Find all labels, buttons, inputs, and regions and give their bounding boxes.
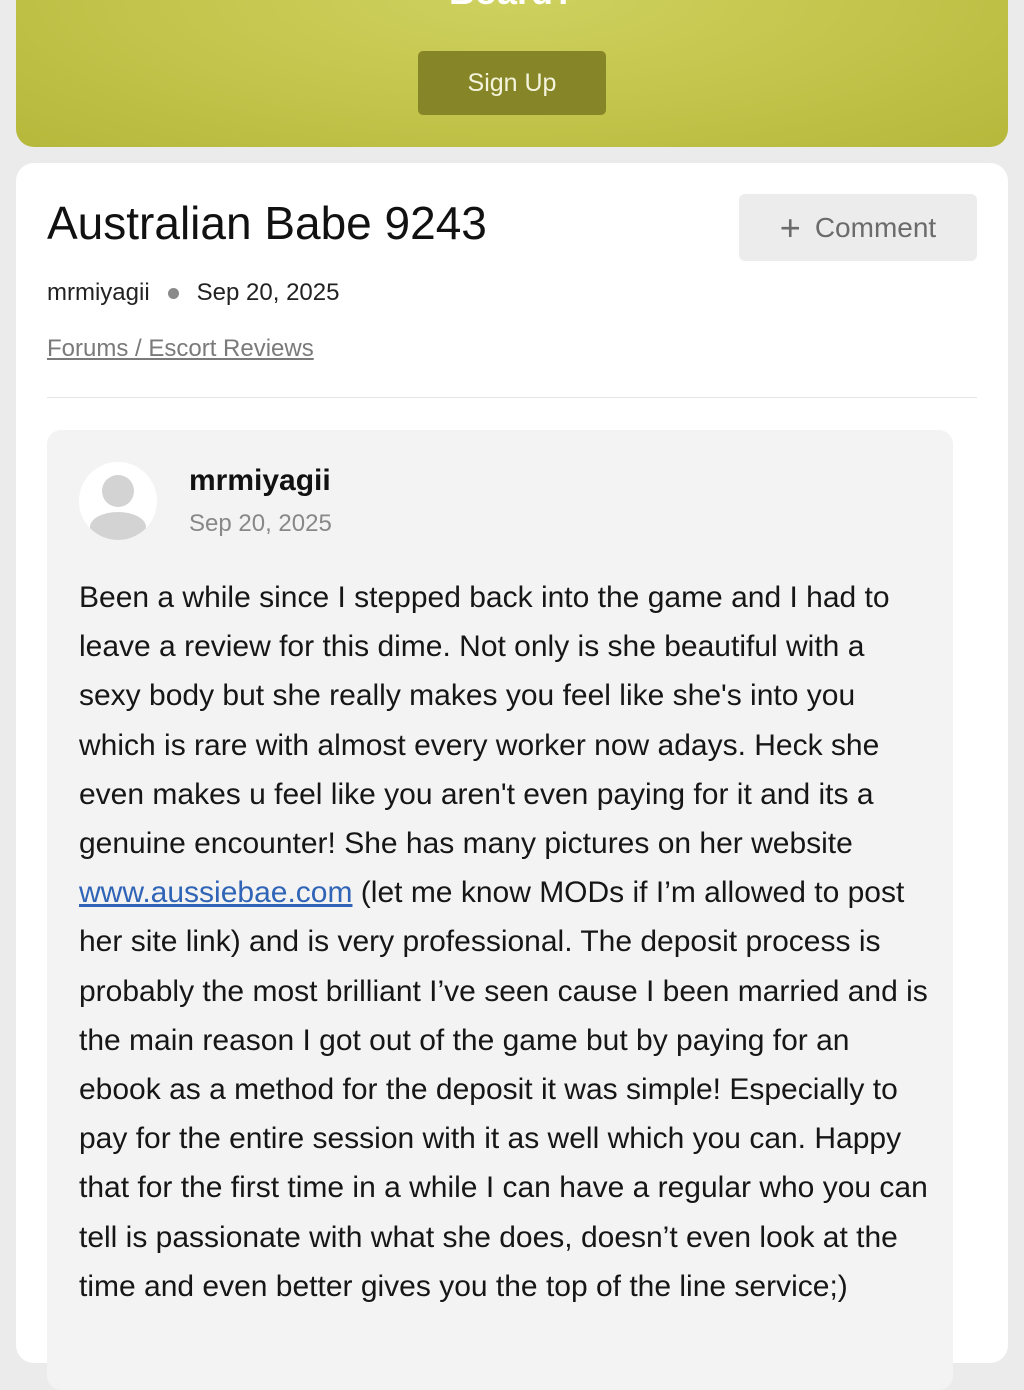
website-link[interactable]: www.aussiebae.com: [79, 876, 352, 909]
dot-separator: [167, 287, 179, 299]
post-body: Been a while since I stepped back into t…: [79, 573, 929, 1311]
post: mrmiyagii Sep 20, 2025 Been a while sinc…: [47, 430, 953, 1390]
comment-button-label: Comment: [814, 211, 937, 243]
post-body-text: Been a while since I stepped back into t…: [79, 581, 890, 861]
banner-title: Board?: [16, 0, 1008, 12]
post-date: Sep 20, 2025: [189, 510, 332, 537]
sign-up-button[interactable]: Sign Up: [418, 51, 606, 115]
thread-date: Sep 20, 2025: [196, 279, 340, 306]
comment-button[interactable]: + Comment: [739, 194, 977, 261]
signup-banner: Board? Sign Up: [16, 0, 1008, 147]
breadcrumb[interactable]: Forums / Escort Reviews: [47, 335, 314, 363]
user-avatar-icon[interactable]: [79, 462, 157, 540]
post-author[interactable]: mrmiyagii: [189, 464, 331, 498]
thread-title: Australian Babe 9243: [47, 197, 487, 249]
divider: [47, 397, 977, 398]
thread-meta: mrmiyagii Sep 20, 2025: [47, 279, 339, 307]
plus-icon: +: [779, 206, 801, 248]
post-body-text-continued: (let me know MODs if I’m allowed to post…: [79, 876, 928, 1303]
thread-author[interactable]: mrmiyagii: [47, 279, 150, 307]
thread-card: Australian Babe 9243 + Comment mrmiyagii…: [16, 163, 1008, 1390]
